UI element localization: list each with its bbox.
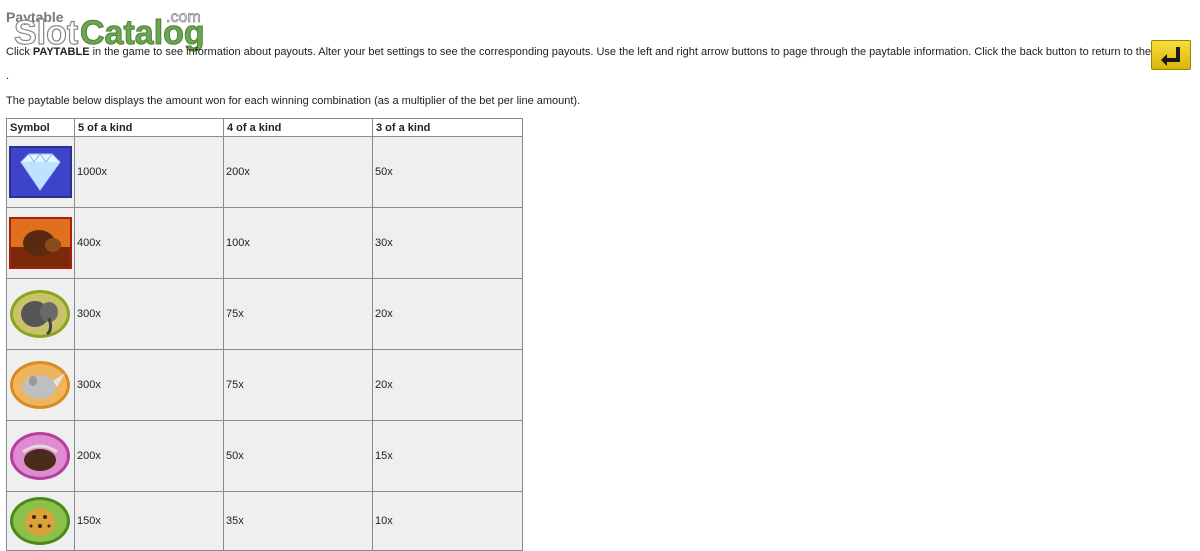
payout-4-of-kind: 75x (223, 278, 373, 350)
payout-3-of-kind: 10x (372, 491, 523, 551)
symbol-cell (6, 136, 75, 208)
svg-text:.com: .com (166, 9, 201, 26)
header-4-of-kind: 4 of a kind (223, 118, 373, 137)
payout-4-of-kind: 200x (223, 136, 373, 208)
payout-5-of-kind: 400x (74, 207, 224, 279)
elephant-icon (10, 290, 70, 338)
table-row: 300x 75x 20x (6, 349, 523, 421)
intro-bold: PAYTABLE (32, 46, 90, 58)
header-symbol: Symbol (6, 118, 75, 137)
paytable: Symbol 5 of a kind 4 of a kind 3 of a ki… (6, 118, 523, 551)
payout-3-of-kind: 20x (372, 278, 523, 350)
header-3-of-kind: 3 of a kind (372, 118, 523, 137)
payout-5-of-kind: 300x (74, 278, 224, 350)
back-arrow-icon[interactable] (1151, 40, 1191, 70)
payout-5-of-kind: 1000x (74, 136, 224, 208)
paytable-description: The paytable below displays the amount w… (6, 95, 581, 107)
payout-3-of-kind: 20x (372, 349, 523, 421)
payout-3-of-kind: 30x (372, 207, 523, 279)
table-row: 300x 75x 20x (6, 278, 523, 350)
payout-4-of-kind: 100x (223, 207, 373, 279)
diamond-icon (9, 146, 72, 198)
table-row: 200x 50x 15x (6, 420, 523, 492)
dot-text: . (6, 70, 10, 82)
payout-5-of-kind: 150x (74, 491, 224, 551)
buffalo-icon (10, 432, 70, 480)
rhino-icon (10, 361, 70, 409)
payout-5-of-kind: 200x (74, 420, 224, 492)
intro-post: in the game to see information about pay… (89, 46, 1185, 58)
intro-text: Click PAYTABLE in the game to see inform… (6, 46, 1185, 58)
table-row: 1000x 200x 50x (6, 136, 523, 208)
payout-3-of-kind: 50x (372, 136, 523, 208)
lion-icon (9, 217, 72, 269)
table-row: 400x 100x 30x (6, 207, 523, 279)
payout-3-of-kind: 15x (372, 420, 523, 492)
symbol-cell (6, 349, 75, 421)
header-5-of-kind: 5 of a kind (74, 118, 224, 137)
payout-4-of-kind: 75x (223, 349, 373, 421)
symbol-cell (6, 491, 75, 551)
intro-pre: Click (6, 46, 33, 58)
payout-4-of-kind: 50x (223, 420, 373, 492)
leopard-icon (10, 497, 70, 545)
symbol-cell (6, 278, 75, 350)
payout-4-of-kind: 35x (223, 491, 373, 551)
table-row: 150x 35x 10x (6, 491, 523, 551)
payout-5-of-kind: 300x (74, 349, 224, 421)
header-row: Symbol 5 of a kind 4 of a kind 3 of a ki… (6, 118, 523, 137)
symbol-cell (6, 420, 75, 492)
symbol-cell (6, 207, 75, 279)
